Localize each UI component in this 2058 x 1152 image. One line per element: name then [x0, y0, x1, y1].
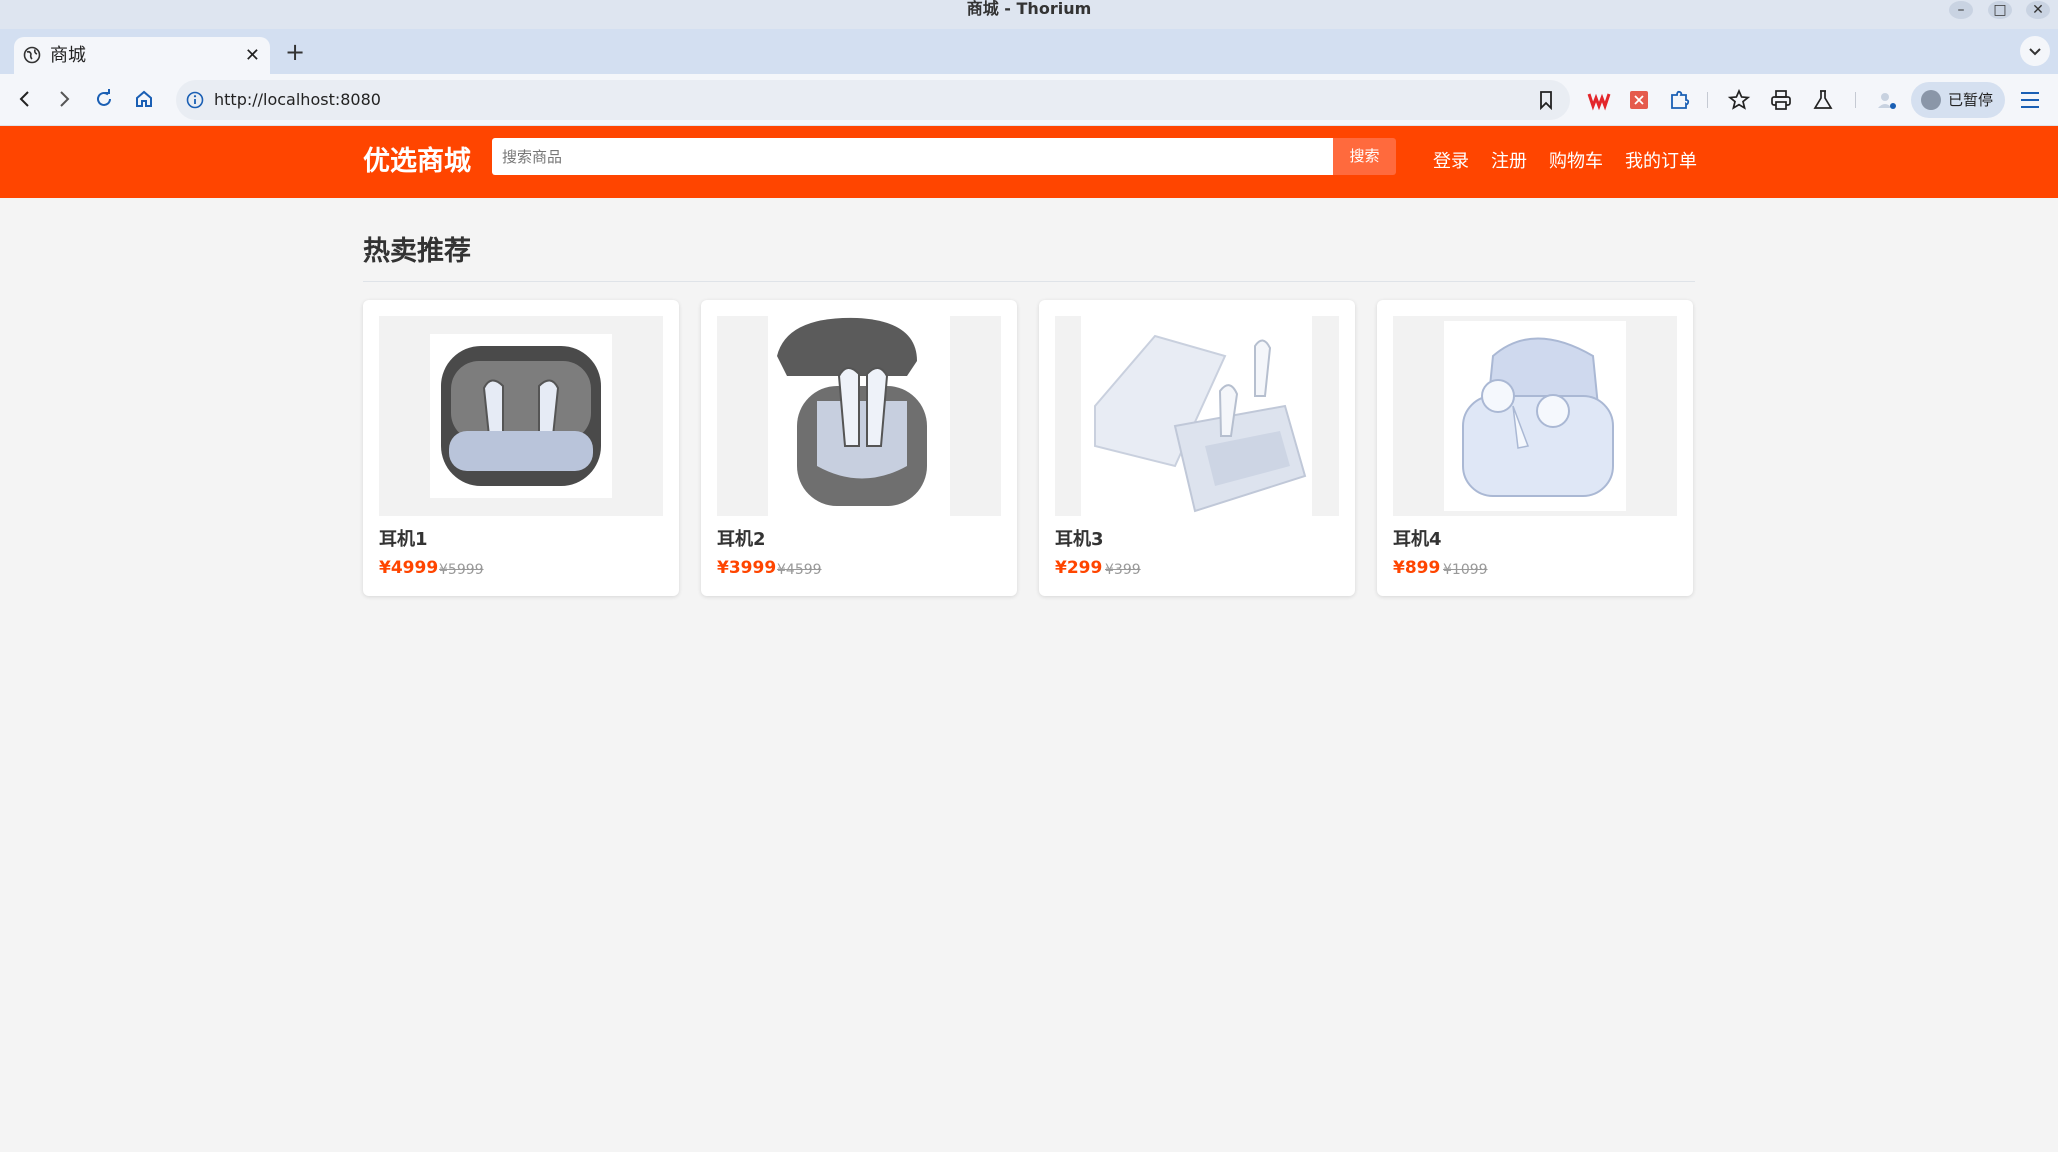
tab-search-button[interactable] [2020, 36, 2050, 66]
product-card[interactable]: 耳机2 ¥3999 ¥4599 [701, 300, 1017, 596]
profile-button[interactable]: 已暂停 [1911, 82, 2005, 118]
product-original-price: ¥399 [1105, 562, 1141, 578]
profile-label: 已暂停 [1948, 91, 1994, 109]
product-card[interactable]: 耳机4 ¥899 ¥1099 [1377, 300, 1693, 596]
home-button[interactable] [131, 86, 157, 112]
bookmark-icon[interactable] [1536, 90, 1556, 110]
section-divider [363, 281, 1695, 282]
product-price: ¥899 [1393, 558, 1441, 578]
tab-strip: 商城 ✕ + [0, 29, 2058, 74]
url-text[interactable]: http://localhost:8080 [214, 80, 381, 120]
window-title: 商城 - Thorium [966, 0, 1092, 18]
globe-icon [23, 46, 41, 64]
reload-button[interactable] [91, 86, 117, 112]
back-arrow-icon [19, 91, 29, 107]
tab-close-icon[interactable]: ✕ [245, 37, 260, 74]
product-original-price: ¥5999 [439, 562, 484, 578]
wps-extension-icon[interactable] [1587, 88, 1611, 112]
extensions-puzzle-icon[interactable] [1667, 88, 1691, 112]
product-image[interactable] [717, 316, 1001, 516]
minimize-button[interactable]: – [1949, 1, 1973, 19]
product-card[interactable]: 耳机3 ¥299 ¥399 [1039, 300, 1355, 596]
nav-login-link[interactable]: 登录 [1433, 126, 1469, 198]
toolbar-divider [1855, 92, 1856, 108]
product-name[interactable]: 耳机2 [717, 528, 766, 552]
star-icon[interactable] [1727, 88, 1751, 112]
product-original-price: ¥1099 [1443, 562, 1488, 578]
chevron-down-icon [2029, 48, 2041, 56]
labs-flask-icon[interactable] [1811, 88, 1835, 112]
site-logo[interactable]: 优选商城 [363, 126, 471, 198]
site-header: 优选商城 搜索 登录 注册 购物车 我的订单 [0, 126, 2058, 198]
browser-toolbar: http://localhost:8080 已暂停 [0, 74, 2058, 126]
maximize-button[interactable]: □ [1988, 1, 2012, 19]
product-price: ¥4999 [379, 558, 439, 578]
reload-icon [97, 89, 111, 106]
toolbar-divider [1707, 92, 1708, 108]
print-icon[interactable] [1769, 88, 1793, 112]
product-image[interactable] [1393, 316, 1677, 516]
search-input[interactable] [492, 138, 1333, 175]
product-card[interactable]: 耳机1 ¥4999 ¥5999 [363, 300, 679, 596]
nav-orders-link[interactable]: 我的订单 [1625, 126, 1697, 198]
product-image[interactable] [1055, 316, 1339, 516]
product-image[interactable] [379, 316, 663, 516]
section-title: 热卖推荐 [363, 236, 471, 267]
account-sync-icon[interactable] [1875, 88, 1899, 112]
product-name[interactable]: 耳机4 [1393, 528, 1442, 552]
product-price: ¥3999 [717, 558, 777, 578]
search-button[interactable]: 搜索 [1333, 138, 1396, 175]
close-window-button[interactable]: ✕ [2026, 1, 2050, 19]
menu-icon[interactable] [2018, 88, 2042, 112]
product-price: ¥299 [1055, 558, 1103, 578]
forward-button[interactable] [51, 86, 77, 112]
back-button[interactable] [12, 86, 38, 112]
tab-active[interactable]: 商城 ✕ [14, 37, 270, 74]
product-name[interactable]: 耳机1 [379, 528, 428, 552]
avatar [1921, 90, 1941, 110]
product-name[interactable]: 耳机3 [1055, 528, 1104, 552]
home-icon [136, 90, 152, 107]
product-original-price: ¥4599 [777, 562, 822, 578]
address-bar[interactable]: http://localhost:8080 [176, 80, 1570, 120]
nav-register-link[interactable]: 注册 [1491, 126, 1527, 198]
forward-arrow-icon [60, 91, 70, 107]
translate-extension-icon[interactable] [1627, 88, 1651, 112]
info-icon[interactable] [186, 91, 204, 109]
tab-label: 商城 [50, 45, 86, 66]
nav-cart-link[interactable]: 购物车 [1549, 126, 1603, 198]
window-titlebar: 商城 - Thorium – □ ✕ [0, 0, 2058, 29]
new-tab-button[interactable]: + [282, 37, 308, 67]
